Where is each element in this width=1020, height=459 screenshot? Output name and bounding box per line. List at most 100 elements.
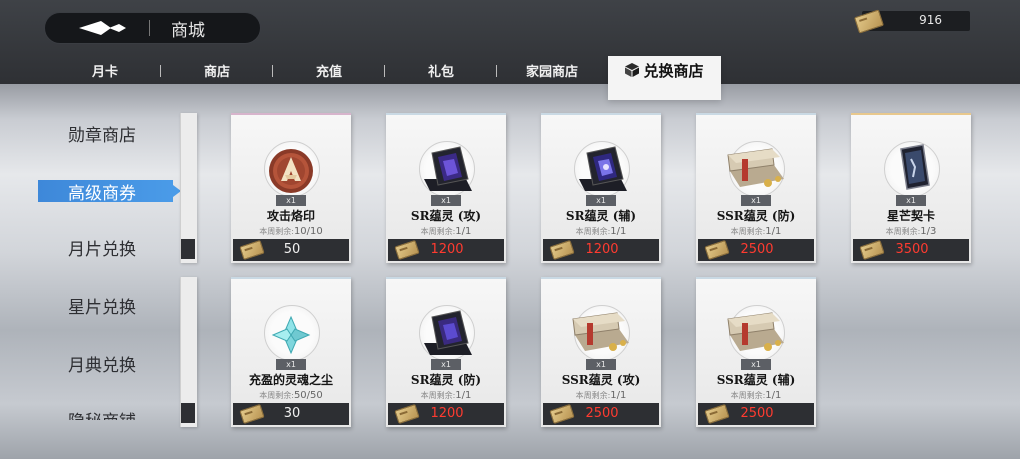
weekly-limit-value: 1/1 [610, 226, 627, 237]
currency-value: 916 [919, 13, 942, 27]
weekly-limit: 本周剩余:1/1 [696, 390, 816, 401]
sidebar: 勋章商店 高级商券 月片兑换 星片兑换 月典兑换 隐秘商铺 [0, 110, 180, 420]
treasure-crate-icon [572, 312, 629, 351]
ticket-icon [854, 9, 884, 34]
weekly-limit: 本周剩余:1/1 [386, 226, 506, 237]
weekly-limit-value: 1/1 [455, 390, 472, 401]
title-pill: 商城 [44, 12, 261, 44]
sidebar-item-label: 月片兑换 [68, 239, 136, 260]
weekly-limit-label: 本周剩余: [259, 391, 294, 400]
tab-exchange-shop[interactable]: 兑换商店 [608, 56, 721, 100]
tab-divider [272, 65, 273, 77]
item-name: SSR蕴灵 (攻) [561, 373, 641, 387]
item-quantity: x1 [741, 195, 771, 206]
item-name: SR蕴灵 (防) [410, 373, 482, 387]
tab-gift-pack[interactable]: 礼包 [406, 56, 476, 84]
shop-item-card[interactable]: x1 SR蕴灵 (辅) 本周剩余:1/1 1200 [541, 113, 661, 263]
card-case-icon [424, 310, 472, 355]
item-price: 1200 [430, 242, 464, 257]
card-case-icon [579, 146, 627, 191]
item-quantity: x1 [276, 195, 306, 206]
attack-seal-icon [269, 149, 313, 193]
weekly-limit-value: 10/10 [293, 226, 323, 237]
tab-home-shop[interactable]: 家园商店 [512, 56, 592, 84]
item-price: 3500 [895, 242, 929, 257]
tab-divider [384, 65, 385, 77]
weekly-limit: 本周剩余:1/1 [541, 390, 661, 401]
item-quantity: x1 [586, 195, 616, 206]
item-price: 30 [283, 406, 301, 421]
item-quantity: x1 [431, 195, 461, 206]
sidebar-item-label: 勋章商店 [68, 125, 136, 146]
weekly-limit: 本周剩余:1/1 [541, 226, 661, 237]
sidebar-item-premium-voucher[interactable]: 高级商券 [38, 180, 180, 204]
weekly-limit: 本周剩余:1/3 [851, 226, 971, 237]
cube-icon [625, 63, 640, 77]
shop-item-card[interactable]: x1 攻击烙印 本周剩余:10/10 50 [231, 113, 351, 263]
item-price: 2500 [740, 242, 774, 257]
weekly-limit-label: 本周剩余: [420, 391, 456, 400]
tab-recharge[interactable]: 充值 [294, 56, 364, 84]
item-quantity: x1 [741, 359, 771, 370]
shop-item-card[interactable]: x1 SSR蕴灵 (防) 本周剩余:1/1 2500 [696, 113, 816, 263]
title-divider [149, 20, 150, 36]
weekly-limit: 本周剩余:1/1 [386, 390, 506, 401]
tab-divider [160, 65, 161, 77]
sidebar-item-hidden-shop[interactable]: 隐秘商铺 [38, 408, 173, 421]
item-price: 2500 [740, 406, 774, 421]
weekly-limit-value: 1/1 [765, 226, 782, 237]
weekly-limit-value: 1/1 [765, 390, 782, 401]
weekly-limit-label: 本周剩余: [575, 391, 611, 400]
page-title: 商城 [171, 21, 205, 41]
price-button[interactable]: 3500 [853, 239, 969, 261]
item-quantity: x1 [431, 359, 461, 370]
back-arrow-icon[interactable] [79, 20, 127, 36]
price-button[interactable]: 30 [233, 403, 349, 425]
partial-card [180, 113, 197, 263]
item-price: 1200 [585, 242, 619, 257]
shop-item-card[interactable]: x1 SR蕴灵 (防) 本周剩余:1/1 1200 [386, 277, 506, 427]
sidebar-item-moon-codex[interactable]: 月典兑换 [38, 352, 173, 376]
shop-item-card[interactable]: x1 充盈的灵魂之尘 本周剩余:50/50 30 [231, 277, 351, 427]
item-quantity: x1 [276, 359, 306, 370]
weekly-limit-label: 本周剩余: [730, 391, 766, 400]
sidebar-item-star-shard[interactable]: 星片兑换 [38, 294, 173, 318]
partial-card [180, 277, 197, 427]
weekly-limit-value: 1/1 [610, 390, 627, 401]
shop-item-card[interactable]: x1 SSR蕴灵 (辅) 本周剩余:1/1 2500 [696, 277, 816, 427]
weekly-limit: 本周剩余:1/1 [696, 226, 816, 237]
soul-dust-icon [271, 315, 311, 355]
item-price: 2500 [585, 406, 619, 421]
sidebar-item-label: 星片兑换 [68, 297, 136, 318]
shop-item-card[interactable]: x1 SR蕴灵 (攻) 本周剩余:1/1 1200 [386, 113, 506, 263]
price-button[interactable]: 1200 [388, 403, 504, 425]
weekly-limit-label: 本周剩余: [575, 227, 611, 236]
weekly-limit-label: 本周剩余: [885, 227, 921, 236]
item-quantity: x1 [896, 195, 926, 206]
weekly-limit-value: 50/50 [293, 390, 323, 401]
tab-monthly-card[interactable]: 月卡 [70, 56, 140, 84]
tab-bar: 月卡 商店 充值 礼包 家园商店 兑换商店 [0, 56, 1020, 100]
tab-shop[interactable]: 商店 [182, 56, 252, 84]
price-button[interactable]: 1200 [388, 239, 504, 261]
weekly-limit-value: 1/1 [455, 226, 472, 237]
card-case-icon [424, 146, 472, 191]
sidebar-item-moon-shard[interactable]: 月片兑换 [38, 236, 173, 260]
sidebar-item-medal-shop[interactable]: 勋章商店 [38, 122, 173, 146]
treasure-crate-icon [727, 312, 784, 351]
price-button[interactable]: 50 [233, 239, 349, 261]
treasure-crate-icon [727, 148, 784, 187]
weekly-limit-value: 1/3 [920, 226, 937, 237]
item-name: SSR蕴灵 (防) [716, 209, 796, 223]
item-price: 50 [283, 242, 301, 257]
item-price: 1200 [430, 406, 464, 421]
price-button[interactable]: 2500 [698, 239, 814, 261]
shop-item-card[interactable]: x1 星芒契卡 本周剩余:1/3 3500 [851, 113, 971, 263]
item-name: SR蕴灵 (攻) [410, 209, 482, 223]
price-button[interactable]: 2500 [543, 403, 659, 425]
shop-item-card[interactable]: x1 SSR蕴灵 (攻) 本周剩余:1/1 2500 [541, 277, 661, 427]
weekly-limit-label: 本周剩余: [420, 227, 456, 236]
weekly-limit-label: 本周剩余: [259, 227, 294, 236]
price-button[interactable]: 1200 [543, 239, 659, 261]
price-button[interactable]: 2500 [698, 403, 814, 425]
